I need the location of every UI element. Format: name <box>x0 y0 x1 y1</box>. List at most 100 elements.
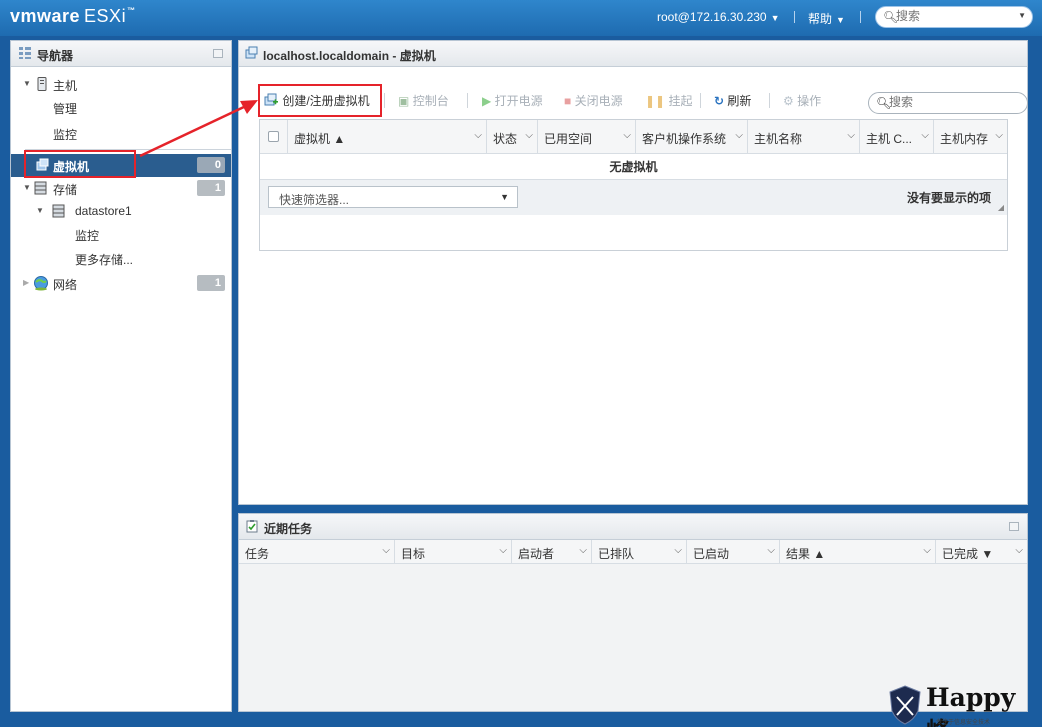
nav-item-host-manage[interactable]: 管理 <box>11 96 231 119</box>
chevron-down-icon[interactable]: ⌵ <box>735 130 743 141</box>
vm-search[interactable]: 🔍︎ <box>868 92 1028 114</box>
column-header-host-memory[interactable]: 主机内存 ⌵ <box>934 120 1007 154</box>
column-header-status[interactable]: 状态 ⌵ <box>487 120 538 154</box>
nav-item-storage[interactable]: ▼ 存储 1 <box>11 177 231 200</box>
pause-icon: ❚❚ <box>645 94 666 108</box>
refresh-label: 刷新 <box>727 94 752 108</box>
suspend-button[interactable]: ❚❚ 挂起 <box>645 92 692 109</box>
navigator-title: 导航器 <box>37 49 74 63</box>
power-on-label: 打开电源 <box>494 94 543 108</box>
main-panel-title: localhost.localdomain - 虚拟机 <box>263 49 436 63</box>
nav-label-network: 网络 <box>53 278 78 292</box>
chevron-down-icon[interactable]: ⌵ <box>767 545 775 556</box>
column-header-target[interactable]: 目标 ⌵ <box>395 540 512 564</box>
column-label: 已排队 <box>598 547 635 561</box>
nav-item-host-monitor[interactable]: 监控 <box>11 122 231 145</box>
navigator-panel: 导航器 ▼ 主机 管理 监控 虚拟机 0 ▼ 存储 1 ▼ datastore1… <box>10 40 232 712</box>
column-header-queued[interactable]: 已排队 ⌵ <box>592 540 687 564</box>
chevron-down-icon[interactable]: ⌵ <box>923 545 931 556</box>
chevron-down-icon[interactable]: ⌵ <box>1015 545 1023 556</box>
toolbar-separator <box>384 93 385 108</box>
column-header-started[interactable]: 已启动 ⌵ <box>687 540 780 564</box>
column-label: 虚拟机 ▲ <box>294 132 346 146</box>
nav-item-network[interactable]: ▶ 网络 1 <box>11 272 231 295</box>
chevron-down-icon: ▼ <box>836 15 845 25</box>
brand-esxi: ESXi <box>84 6 127 26</box>
power-off-button[interactable]: ■ 关闭电源 <box>564 92 623 109</box>
expand-arrow-icon[interactable]: ▼ <box>23 79 31 88</box>
expand-arrow-icon[interactable]: ▼ <box>23 183 31 192</box>
toolbar-separator <box>769 93 770 108</box>
user-label: root@172.16.30.230 <box>657 10 767 24</box>
column-header-vm[interactable]: 虚拟机 ▲ ⌵ <box>288 120 487 154</box>
global-search-input[interactable] <box>896 9 1016 23</box>
refresh-button[interactable]: ↻ 刷新 <box>714 92 751 109</box>
nav-item-datastore1[interactable]: ▼ datastore1 <box>11 200 231 223</box>
suspend-label: 挂起 <box>668 94 693 108</box>
nav-label-datastore-monitor: 监控 <box>75 229 100 243</box>
column-label: 状态 <box>493 132 518 146</box>
recent-tasks-title: 近期任务 <box>264 522 313 536</box>
column-label: 已用空间 <box>544 132 593 146</box>
nav-label-host: 主机 <box>53 79 78 93</box>
nav-item-datastore-monitor[interactable]: 监控 <box>11 223 231 246</box>
stop-icon: ■ <box>564 94 572 108</box>
power-off-label: 关闭电源 <box>574 94 623 108</box>
annotation-box-create <box>258 84 382 117</box>
collapse-panel-icon[interactable] <box>1009 522 1019 531</box>
network-globe-icon <box>34 276 48 291</box>
user-menu[interactable]: root@172.16.30.230 ▼ <box>657 10 780 24</box>
collapse-panel-icon[interactable] <box>213 49 223 58</box>
expand-arrow-icon[interactable]: ▶ <box>23 278 29 287</box>
actions-button[interactable]: ⚙ 操作 <box>783 92 821 109</box>
vmware-esxi-logo: vmware ESXi™ <box>10 6 136 27</box>
nav-item-more-storage[interactable]: 更多存储... <box>11 247 231 270</box>
top-bar: vmwareESXi™ root@172.16.30.230▼ 帮助▼ 🔍︎ ▼ <box>0 0 1042 36</box>
column-header-guest-os[interactable]: 客户机操作系统 ⌵ <box>636 120 748 154</box>
column-header-result[interactable]: 结果 ▲ ⌵ <box>780 540 936 564</box>
help-menu[interactable]: 帮助 ▼ <box>808 10 845 27</box>
chevron-down-icon[interactable]: ⌵ <box>579 545 587 556</box>
chevron-down-icon[interactable]: ⌵ <box>921 130 929 141</box>
column-label: 已完成 ▼ <box>942 547 994 561</box>
network-count-badge: 1 <box>197 275 225 291</box>
column-header-used-space[interactable]: 已用空间 ⌵ <box>538 120 636 154</box>
chevron-down-icon[interactable]: ⌵ <box>995 130 1003 141</box>
quick-filter-select[interactable]: 快速筛选器... ▼ <box>268 186 518 208</box>
chevron-down-icon[interactable]: ⌵ <box>474 130 482 141</box>
navigator-icon <box>19 47 31 59</box>
chevron-down-icon[interactable]: ⌵ <box>847 130 855 141</box>
resize-handle-icon[interactable]: ◢ <box>998 203 1004 212</box>
column-header-task[interactable]: 任务 ⌵ <box>239 540 395 564</box>
column-label: 结果 ▲ <box>786 547 826 561</box>
column-label: 客户机操作系统 <box>642 132 727 146</box>
column-header-initiator[interactable]: 启动者 ⌵ <box>512 540 592 564</box>
chevron-down-icon[interactable]: ⌵ <box>623 130 631 141</box>
storage-icon <box>34 181 47 195</box>
column-label: 已启动 <box>693 547 730 561</box>
column-header-host-name[interactable]: 主机名称 ⌵ <box>748 120 860 154</box>
storage-count-badge: 1 <box>197 180 225 196</box>
select-all-checkbox[interactable] <box>268 131 279 142</box>
watermark: Happy峰 专注于信息安全技术 <box>886 683 1036 727</box>
nav-label-monitor: 监控 <box>53 128 78 142</box>
navigator-header: 导航器 <box>11 41 231 67</box>
chevron-down-icon[interactable]: ⌵ <box>499 545 507 556</box>
vm-icon <box>245 46 258 59</box>
refresh-icon: ↻ <box>714 94 725 108</box>
vm-search-input[interactable] <box>889 95 1019 109</box>
chevron-down-icon[interactable]: ⌵ <box>674 545 682 556</box>
nav-label-storage: 存储 <box>53 183 78 197</box>
expand-arrow-icon[interactable]: ▼ <box>36 206 44 215</box>
column-header-host-cpu[interactable]: 主机 C... ⌵ <box>860 120 934 154</box>
column-header-completed[interactable]: 已完成 ▼ ⌵ <box>936 540 1027 564</box>
play-icon: ▶ <box>482 94 492 108</box>
column-label: 任务 <box>245 547 270 561</box>
console-button[interactable]: ▣ 控制台 <box>398 92 449 109</box>
chevron-down-icon[interactable]: ⌵ <box>525 130 533 141</box>
power-on-button[interactable]: ▶ 打开电源 <box>482 92 543 109</box>
chevron-down-icon[interactable]: ▼ <box>1018 11 1026 20</box>
global-search[interactable]: 🔍︎ ▼ <box>875 6 1033 28</box>
chevron-down-icon[interactable]: ⌵ <box>382 545 390 556</box>
nav-item-host[interactable]: ▼ 主机 <box>11 73 231 96</box>
